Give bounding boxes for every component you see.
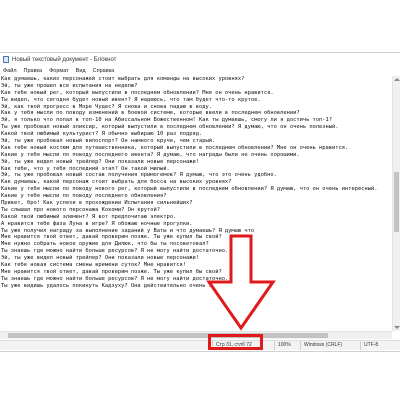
notepad-app-icon (3, 56, 9, 63)
status-bar: Стр 31, стлб 72 100% Windows (CRLF) UTF-… (0, 340, 400, 350)
text-line: Привет, бро! Как успехи в прохождении Ис… (1, 200, 193, 207)
menu-format[interactable]: Формат (46, 68, 73, 74)
text-line: Мне нравится твой ответ, давай проверим … (1, 234, 222, 241)
text-line: Эй, ты уже пробовал новый состав получен… (1, 172, 277, 179)
text-line: Как тебе, что у тебя последний этап? Он … (1, 165, 170, 172)
text-line: Как думаешь, каких персонажей стоит выбр… (1, 76, 245, 82)
vertical-scrollbar[interactable] (392, 76, 400, 331)
text-editor-area[interactable]: Как думаешь, каких персонажей стоит выбр… (0, 76, 392, 331)
text-line: А нравится тебе фаза Луна в игре? Я обож… (1, 220, 193, 227)
horizontal-scroll-thumb[interactable] (8, 333, 328, 338)
vertical-scroll-thumb[interactable] (394, 172, 399, 232)
menu-view[interactable]: Вид (73, 68, 90, 74)
text-line: Ты уже получил награду за выполнение зад… (1, 227, 255, 234)
text-line: Как думаешь, какой персонаж стоит выбрат… (1, 179, 232, 186)
text-line: Ты слышал про нового персонажа Кокоми? О… (1, 206, 161, 213)
menu-edit[interactable]: Правка (21, 68, 47, 74)
status-line-ending: Windows (CRLF) (300, 341, 360, 350)
text-line: Ты уже видишь удалось покинуть Кадзуху? … (1, 282, 235, 289)
horizontal-scrollbar[interactable] (0, 331, 392, 339)
window-title: Новый текстовый документ - Блокнот (12, 56, 117, 63)
text-line: Эй, ты уже прошел все испытания на недел… (1, 82, 138, 89)
text-line: Как тебе новый костюм для путешественник… (1, 144, 349, 151)
text-line: Эй, ты уже видел новый трейлер? Они пока… (1, 158, 199, 165)
text-line: Мне нужно собрать новое оружие для Дилюк… (1, 241, 209, 248)
red-arrow-annotation-icon (206, 234, 276, 331)
text-line: Эй, как твой прогресс в Море Чудес? Я сн… (1, 103, 212, 110)
notepad-window: Новый текстовый документ - Блокнот Файл … (0, 52, 400, 352)
scroll-down-arrow-icon[interactable] (394, 326, 400, 329)
text-line: Как у тебя мысли по поводу изменений в б… (1, 110, 300, 117)
text-line: Какой твой любимый культурист? Я обычно … (1, 131, 203, 138)
text-line: Ты видел, что сегодня будет новый ивент?… (1, 96, 261, 103)
text-line: Ты знаешь где можно найти больше ресурсо… (1, 275, 229, 282)
menu-file[interactable]: Файл (0, 68, 21, 74)
text-line: Как тебе новый рег, который выпустили в … (1, 89, 274, 96)
text-line: Ты уже пробовал новый эликсир, который в… (1, 124, 339, 131)
arrow-shape (206, 234, 276, 331)
text-line: Эй, ты уже пробовал новый вилоспорт? Он … (1, 138, 216, 145)
text-line: Эй, я только что попал в топ-10 на Абисс… (1, 117, 333, 124)
text-line: Мне нравится твой ответ, давай проверим … (1, 268, 222, 275)
title-bar: Новый текстовый документ - Блокнот (0, 53, 400, 66)
text-line: Какой твой любимый элемент? Я вот предпо… (1, 213, 177, 220)
status-encoding: UTF-8 (360, 341, 400, 350)
text-line: Как тебе новая система смены времени сут… (1, 262, 186, 269)
text-line: Какие у тебя мысли по поводу нового рег,… (1, 186, 378, 193)
text-line: Какие у тебя мысли по поводу последнего … (1, 151, 300, 158)
text-line: Ты знаешь где можно найти больше ресурсо… (1, 248, 229, 255)
status-cursor-position: Стр 31, стлб 72 (212, 341, 274, 350)
menu-bar: Файл Правка Формат Вид Справка (0, 66, 400, 75)
scroll-up-arrow-icon[interactable] (394, 78, 400, 81)
status-zoom: 100% (274, 341, 300, 350)
menu-help[interactable]: Справка (90, 68, 119, 74)
text-line: Какие у тебя мысли по поводу последнего … (1, 193, 167, 200)
text-line: Эй, ты уже видел новый трейлер? Они пока… (1, 255, 199, 262)
